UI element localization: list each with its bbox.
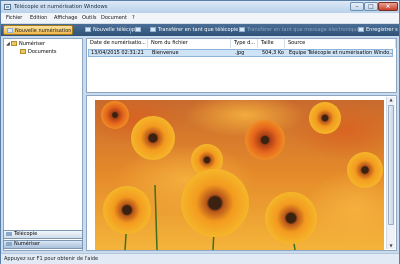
view-icon (135, 27, 141, 32)
forward-as-fax-label: Transférer en tant que télécopie (158, 27, 239, 33)
new-scan-label: Nouvelle numérisation (15, 28, 72, 34)
toolbar-separator (130, 27, 131, 34)
main-window: Télécopie et numérisation Windows – □ × … (0, 0, 400, 264)
email-icon (239, 27, 245, 32)
forward-fax-icon (150, 27, 156, 32)
forward-as-email-label: Transférer en tant que message électroni… (247, 27, 360, 33)
nav-numeriser-label: Numériser (14, 241, 41, 247)
nav-telecopie-button[interactable]: Télécopie (3, 230, 83, 239)
column-header-date[interactable]: Date de numérisatio... (88, 39, 148, 48)
minimize-button[interactable]: – (350, 2, 364, 11)
menu-edition[interactable]: Edition (30, 15, 47, 21)
title-bar[interactable]: Télécopie et numérisation Windows – □ × (1, 1, 399, 13)
fax-icon (85, 27, 91, 32)
column-header-filename[interactable]: Nom du fichier (149, 39, 231, 48)
folder-tree: ◢ Numériser Documents (3, 38, 83, 251)
fax-scan-app-icon (4, 4, 11, 10)
cell-source: Équipe Télécopie et numérisation Windo..… (289, 50, 393, 56)
nav-telecopie-label: Télécopie (14, 231, 38, 237)
new-scan-button[interactable]: Nouvelle numérisation (3, 25, 73, 35)
preview-scrollbar[interactable]: ▲ ▼ (386, 97, 395, 249)
fax-icon (6, 231, 12, 236)
save-icon (358, 27, 364, 32)
scroll-down-icon[interactable]: ▼ (388, 243, 394, 249)
document-preview: ▲ ▼ (86, 95, 397, 251)
scrollbar-thumb[interactable] (388, 105, 394, 225)
tree-item-numeriser[interactable]: ◢ Numériser (6, 41, 45, 47)
scanner-icon (7, 28, 13, 33)
menu-fichier[interactable]: Fichier (6, 15, 22, 21)
cell-type: .jpg (235, 50, 245, 56)
column-header-source[interactable]: Source (286, 39, 396, 48)
tree-item-documents[interactable]: Documents (20, 49, 57, 55)
scroll-up-icon[interactable]: ▲ (388, 97, 394, 103)
forward-as-email-button: Transférer en tant que message électroni… (239, 25, 360, 35)
document-list: Date de numérisatio... Nom du fichier Ty… (86, 38, 397, 93)
view-button[interactable] (135, 25, 143, 35)
folder-icon (11, 41, 17, 46)
new-fax-label: Nouvelle télécopie (93, 27, 140, 33)
scanner-icon (6, 241, 12, 246)
menu-bar: Fichier Edition Affichage Outils Documen… (1, 13, 399, 24)
menu-outils[interactable]: Outils (82, 15, 96, 21)
close-button[interactable]: × (378, 2, 398, 11)
save-as-label: Enregistrer s (366, 27, 398, 33)
window-title: Télécopie et numérisation Windows (14, 4, 108, 10)
maximize-button[interactable]: □ (364, 2, 378, 11)
forward-as-fax-button[interactable]: Transférer en tant que télécopie (150, 25, 238, 35)
column-header-size[interactable]: Taille (259, 39, 285, 48)
column-header-type[interactable]: Type d... (232, 39, 258, 48)
orange-flowers-photo (95, 100, 384, 250)
tree-root-label: Numériser (19, 41, 46, 47)
toolbar: Nouvelle numérisation Nouvelle télécopie… (1, 24, 399, 36)
preview-image (95, 100, 384, 250)
menu-document[interactable]: Document (101, 15, 127, 21)
nav-numeriser-button[interactable]: Numériser (3, 240, 83, 249)
cell-size: 504,3 Ko (262, 50, 284, 56)
new-fax-button[interactable]: Nouvelle télécopie (85, 25, 139, 35)
save-as-button[interactable]: Enregistrer s (358, 25, 398, 35)
status-bar: Appuyez sur F1 pour obtenir de l'aide (1, 253, 399, 264)
table-row[interactable]: 13/04/2015 02:31:21 Bienvenue .jpg 504,3… (88, 49, 393, 57)
folder-icon (20, 49, 26, 54)
menu-affichage[interactable]: Affichage (54, 15, 78, 21)
cell-date: 13/04/2015 02:31:21 (91, 50, 144, 56)
status-text: Appuyez sur F1 pour obtenir de l'aide (4, 256, 99, 262)
cell-filename: Bienvenue (152, 50, 179, 56)
tree-child-label: Documents (28, 49, 57, 55)
menu-help[interactable]: ? (132, 15, 135, 21)
